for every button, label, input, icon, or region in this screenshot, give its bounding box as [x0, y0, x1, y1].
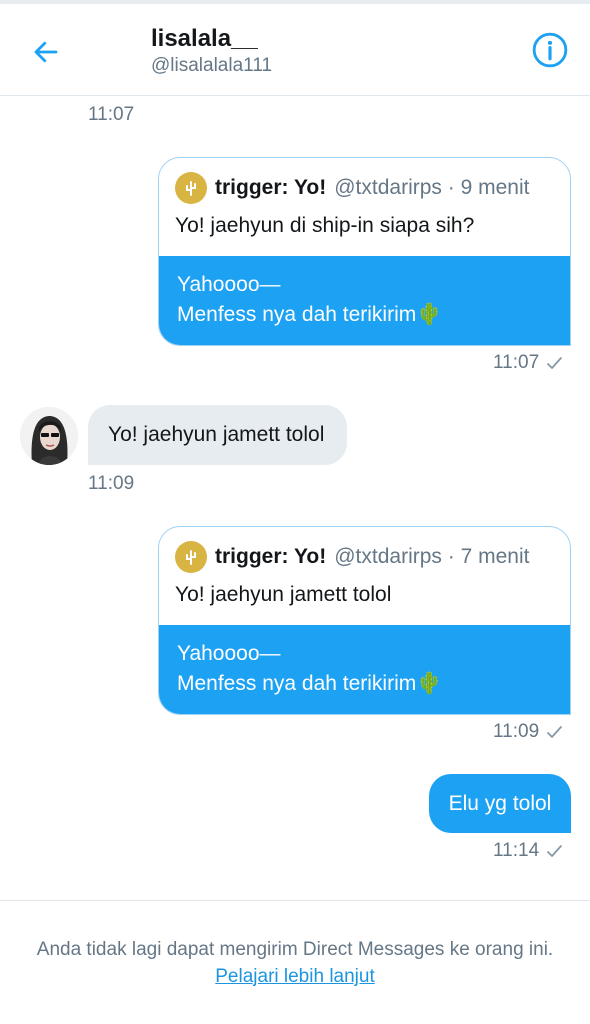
- message-line: Menfess nya dah terikirim🌵: [177, 672, 443, 695]
- message-line: Yahoooo—: [177, 273, 281, 296]
- cactus-logo-icon: [186, 550, 196, 565]
- cactus-logo-icon: [186, 181, 196, 196]
- message-time: 11:09: [493, 721, 540, 742]
- dm-disabled-notice: Anda tidak lagi dapat mengirim Direct Me…: [0, 900, 590, 1024]
- tweet-author-name: trigger: Yo!: [215, 545, 327, 568]
- info-circle-icon: [532, 32, 568, 68]
- conversation-title[interactable]: lisalala__ @lisalalala111: [151, 24, 272, 78]
- message-line: Menfess nya dah terikirim🌵: [177, 303, 443, 326]
- checkmark-icon: [547, 357, 563, 369]
- quoted-tweet[interactable]: trigger: Yo! @txtdarirps · 7 menit Yo! j…: [159, 527, 570, 625]
- account-avatar: [175, 541, 207, 573]
- info-button[interactable]: [530, 30, 570, 70]
- tweet-text: Yo! jaehyun jamett tolol: [175, 583, 392, 606]
- avatar-image: [20, 407, 78, 465]
- message-text: Yahoooo— Menfess nya dah terikirim🌵: [159, 625, 570, 714]
- display-name: lisalala__: [151, 25, 258, 52]
- message-line: Yahoooo—: [177, 642, 281, 665]
- tweet-author-name: trigger: Yo!: [215, 176, 327, 199]
- tweet-meta: @txtdarirps · 7 menit: [334, 545, 530, 568]
- message-status: 11:07: [493, 352, 563, 374]
- checkmark-icon: [547, 845, 563, 857]
- arrow-left-icon: [34, 41, 58, 63]
- message-text: Yahoooo— Menfess nya dah terikirim🌵: [159, 256, 570, 345]
- message-time: 11:14: [493, 840, 540, 861]
- conversation-header: lisalala__ @lisalalala111: [0, 4, 590, 96]
- message-time: 11:09: [88, 473, 135, 494]
- learn-more-link[interactable]: Pelajari lebih lanjut: [215, 966, 375, 987]
- avatar[interactable]: [20, 407, 78, 465]
- message-status: 11:09: [493, 721, 563, 743]
- sent-message[interactable]: Elu yg tolol: [429, 774, 571, 833]
- account-avatar: [175, 172, 207, 204]
- received-message[interactable]: Yo! jaehyun jamett tolol: [88, 405, 347, 465]
- message-time: 11:07: [88, 104, 135, 125]
- scrolled-message-remnant: [30, 86, 410, 96]
- message-status: 11:14: [493, 840, 563, 862]
- tweet-text: Yo! jaehyun di ship-in siapa sih?: [175, 214, 475, 237]
- tweet-meta: @txtdarirps · 9 menit: [334, 176, 530, 199]
- shared-tweet-message[interactable]: trigger: Yo! @txtdarirps · 9 menit Yo! j…: [158, 157, 571, 346]
- checkmark-icon: [547, 726, 563, 738]
- back-button[interactable]: [26, 32, 66, 72]
- user-handle: @lisalalala111: [151, 55, 273, 76]
- message-time: 11:07: [493, 352, 540, 373]
- quoted-tweet[interactable]: trigger: Yo! @txtdarirps · 9 menit Yo! j…: [159, 158, 570, 256]
- notice-text: Anda tidak lagi dapat mengirim Direct Me…: [36, 939, 554, 960]
- shared-tweet-message[interactable]: trigger: Yo! @txtdarirps · 7 menit Yo! j…: [158, 526, 571, 715]
